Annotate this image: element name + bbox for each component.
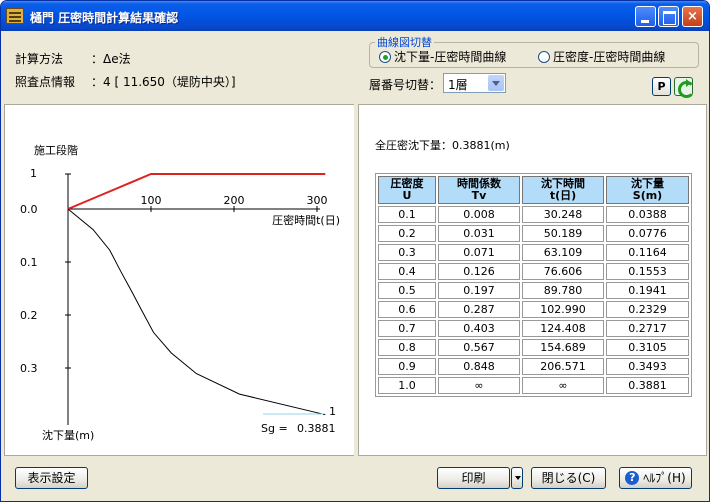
radio-unchecked-icon bbox=[538, 51, 550, 63]
table-row: 0.8 0.567 154.689 0.3105 bbox=[378, 339, 689, 356]
display-settings-button[interactable]: 表示設定 bbox=[15, 467, 88, 489]
table-row: 0.6 0.287 102.990 0.2329 bbox=[378, 301, 689, 318]
result-window: 樋門 圧密時間計算結果確認 × 計算方法 ：Δe法 照査点情報 ：4 [ 11.… bbox=[0, 0, 710, 502]
table-row: 0.7 0.403 124.408 0.2717 bbox=[378, 320, 689, 337]
layer-select[interactable]: 1層 bbox=[443, 73, 506, 93]
chevron-down-icon[interactable] bbox=[488, 75, 504, 91]
close-button[interactable]: 閉じる(C) bbox=[531, 467, 606, 489]
help-button[interactable]: ? ﾍﾙﾌﾟ(H) bbox=[619, 467, 692, 489]
chart-panel: 施工段階 1 100 200 300 0.0 0.1 0.2 0.3 圧密時間t… bbox=[4, 104, 354, 456]
y-tick-label: 0.0 bbox=[20, 203, 38, 216]
table-row: 0.1 0.008 30.248 0.0388 bbox=[378, 206, 689, 223]
x-tick-label: 300 bbox=[307, 194, 328, 207]
header-tv: 時間係数 Tv bbox=[438, 176, 520, 204]
x-axis-label: 圧密時間t(日) bbox=[272, 213, 340, 227]
radio-consolidation-time[interactable]: 圧密度-圧密時間曲線 bbox=[538, 48, 665, 65]
header-u: 圧密度 U bbox=[378, 176, 436, 204]
calc-method-label: 計算方法 bbox=[15, 52, 64, 66]
table-row: 0.4 0.126 76.606 0.1553 bbox=[378, 263, 689, 280]
y-tick-label: 0.1 bbox=[20, 256, 38, 269]
stage-axis-label: 施工段階 bbox=[34, 143, 78, 157]
header-s: 沈下量 S(m) bbox=[606, 176, 689, 204]
table-row: 1.0 ∞ ∞ 0.3881 bbox=[378, 377, 689, 394]
layer-select-value: 1層 bbox=[448, 78, 468, 92]
app-icon bbox=[6, 8, 24, 24]
radio-settlement-time-label: 沈下量-圧密時間曲線 bbox=[394, 50, 507, 64]
table-row: 0.9 0.848 206.571 0.3493 bbox=[378, 358, 689, 375]
title-bar[interactable]: 樋門 圧密時間計算結果確認 × bbox=[1, 1, 709, 31]
x-tick-label: 200 bbox=[224, 194, 245, 207]
check-point-value: ：4 [ 11.650（堤防中央）] bbox=[91, 75, 236, 89]
results-panel: 全圧密沈下量：0.3881(m) 圧密度 U 時間係数 Tv 沈下時間 t(日) 沈下… bbox=[358, 104, 707, 456]
help-button-label: ﾍﾙﾌﾟ(H) bbox=[643, 471, 686, 485]
close-window-button[interactable]: × bbox=[682, 6, 703, 27]
table-row: 0.5 0.197 89.780 0.1941 bbox=[378, 282, 689, 299]
window-title: 樋門 圧密時間計算結果確認 bbox=[30, 11, 179, 25]
maximize-button[interactable] bbox=[658, 6, 679, 27]
x-tick-label: 100 bbox=[141, 194, 162, 207]
print-button[interactable]: 印刷 bbox=[437, 467, 510, 489]
y-tick-label: 0.2 bbox=[20, 309, 38, 322]
chevron-down-icon bbox=[515, 476, 521, 480]
table-row: 0.2 0.031 50.189 0.0776 bbox=[378, 225, 689, 242]
check-point-label: 照査点情報 bbox=[15, 75, 76, 89]
print-dropdown-button[interactable] bbox=[511, 467, 523, 489]
header-t: 沈下時間 t(日) bbox=[522, 176, 604, 204]
sg-value: 0.3881 bbox=[297, 422, 336, 435]
sg-label: Sg = bbox=[261, 422, 288, 435]
radio-settlement-time[interactable]: 沈下量-圧密時間曲線 bbox=[379, 48, 506, 65]
total-settlement-label: 全圧密沈下量：0.3881(m) bbox=[375, 139, 510, 152]
table-row: 0.3 0.071 63.109 0.1164 bbox=[378, 244, 689, 261]
settlement-chart: 施工段階 1 100 200 300 0.0 0.1 0.2 0.3 圧密時間t… bbox=[20, 143, 340, 442]
y-axis-label: 沈下量(m) bbox=[42, 428, 94, 442]
radio-checked-icon bbox=[379, 51, 391, 63]
settlement-series-line bbox=[67, 208, 326, 416]
minimize-button[interactable] bbox=[635, 6, 656, 27]
results-table: 圧密度 U 時間係数 Tv 沈下時間 t(日) 沈下量 S(m) 0.1 0.008 30.… bbox=[375, 173, 692, 397]
end-marker-label: 1 bbox=[329, 405, 336, 418]
layer-switch-label: 層番号切替： bbox=[369, 78, 442, 92]
help-icon: ? bbox=[625, 471, 640, 485]
radio-consolidation-time-label: 圧密度-圧密時間曲線 bbox=[553, 50, 666, 64]
refresh-icon[interactable] bbox=[674, 77, 695, 98]
y-tick-label: 0.3 bbox=[20, 362, 38, 375]
calc-method-value: ：Δe法 bbox=[91, 52, 131, 66]
p-button[interactable]: P bbox=[652, 77, 671, 96]
stage-tick-label: 1 bbox=[30, 167, 37, 180]
stage-series-line bbox=[67, 173, 326, 210]
close-icon: × bbox=[687, 9, 698, 24]
